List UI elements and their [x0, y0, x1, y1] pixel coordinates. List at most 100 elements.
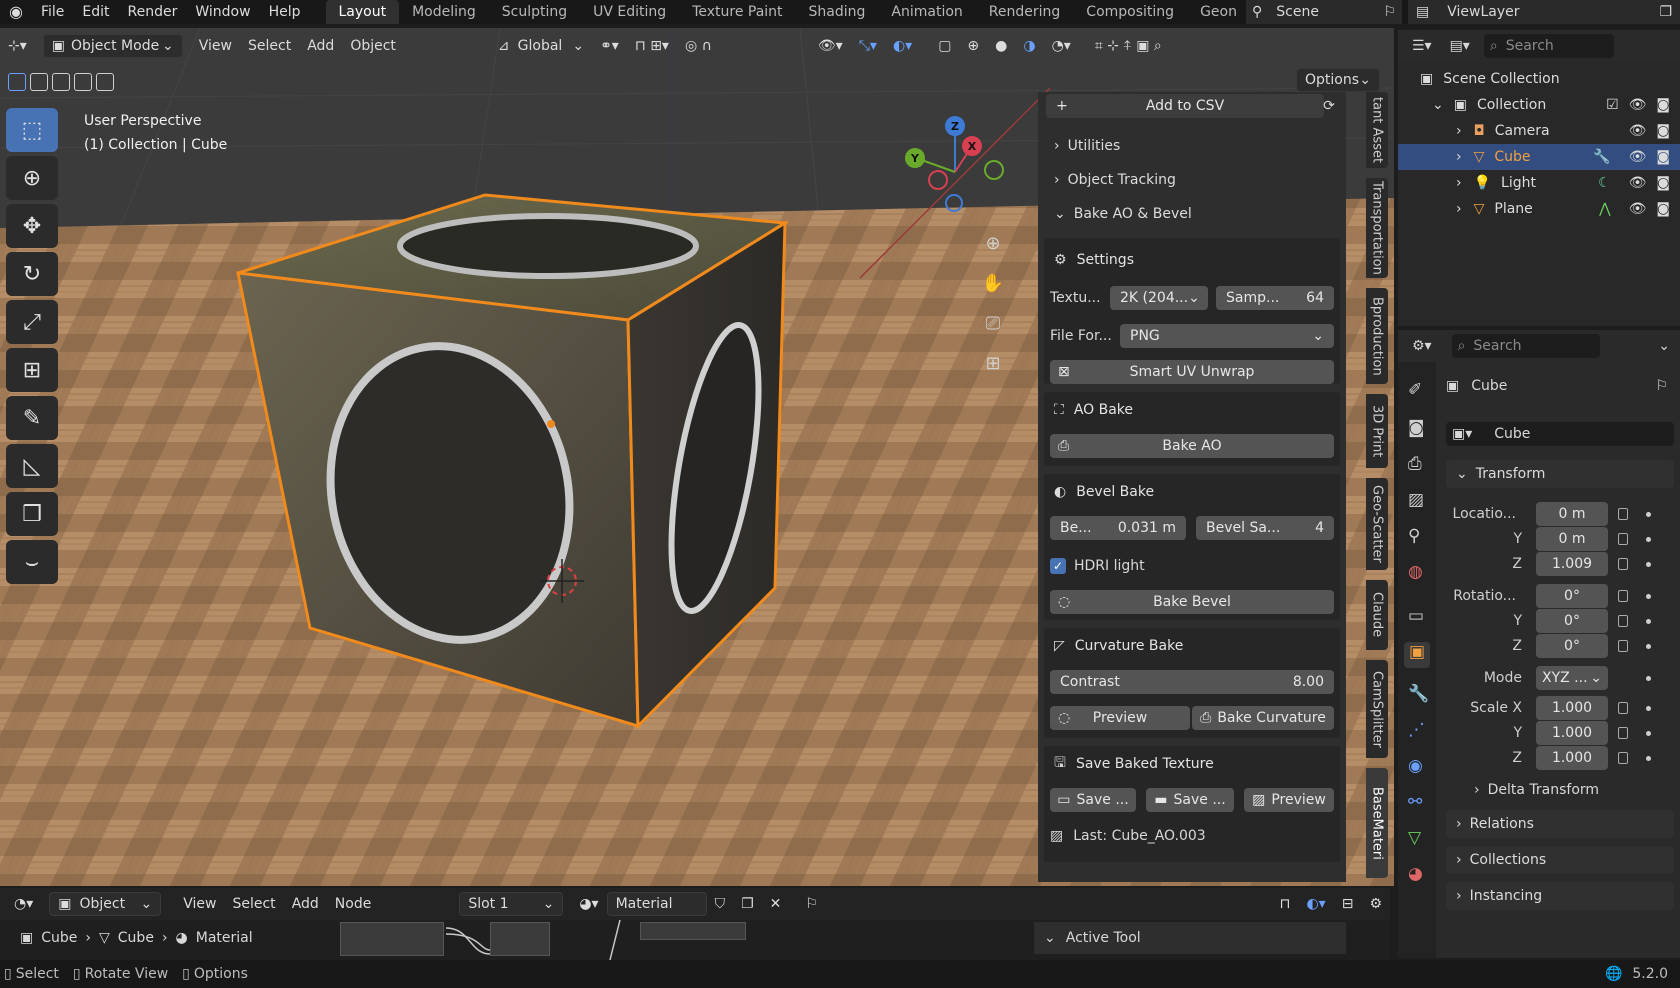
keyframe-dot-icon[interactable] [1646, 676, 1651, 681]
node-layout-icon[interactable]: ⊟ [1334, 892, 1362, 916]
tab-3d-print[interactable]: 3D Print [1366, 394, 1388, 468]
overlay-node-icon[interactable]: ◐▾ [1298, 892, 1333, 916]
file-format-dropdown[interactable]: PNG ⌄ [1120, 324, 1334, 348]
transform-panel-header[interactable]: ⌄ Transform [1446, 460, 1674, 488]
outliner-search-input[interactable]: ⌕ Search [1483, 34, 1614, 58]
save-preview-button[interactable]: ▨ Preview [1244, 788, 1334, 812]
new-layer-icon[interactable]: ❐ [1659, 4, 1672, 20]
add-cube-tool-icon[interactable]: ❒ [6, 492, 58, 536]
zoom-icon[interactable]: ⊕ [978, 228, 1008, 258]
particles-tab-icon[interactable]: ⋰ [1408, 720, 1425, 740]
lock-icon[interactable] [1618, 508, 1628, 520]
annotate-tool-icon[interactable]: ✎ [6, 396, 58, 440]
scene-collection-row[interactable]: ▣ Scene Collection [1398, 66, 1680, 92]
select-new-icon[interactable] [8, 73, 26, 91]
move-tool-icon[interactable]: ✥ [6, 204, 58, 248]
section-bake-ao-bevel[interactable]: ⌄ Bake AO & Bevel [1046, 202, 1338, 226]
tab-compositing[interactable]: Compositing [1073, 0, 1187, 24]
camera-render-icon[interactable]: ◙ [1656, 123, 1670, 139]
gizmo-neg-z[interactable] [945, 194, 963, 212]
select-invert-icon[interactable] [74, 73, 92, 91]
node-editor-type-icon[interactable]: ◔▾ [6, 892, 41, 916]
pin-icon[interactable]: ⚐ [1383, 4, 1396, 20]
tab-modeling[interactable]: Modeling [399, 0, 489, 24]
texture-size-dropdown[interactable]: 2K (204... ⌄ [1110, 286, 1208, 310]
rotation-x-field[interactable]: 0° [1536, 584, 1608, 608]
node-extra-icon[interactable]: ⚙ [1361, 892, 1390, 916]
physics-tab-icon[interactable]: ◉ [1408, 756, 1423, 776]
outliner-item-light[interactable]: › 💡 Light ☾ 👁 ◙ [1398, 170, 1680, 196]
camera-render-icon[interactable]: ◙ [1656, 149, 1670, 165]
blender-logo-icon[interactable]: ◉ [0, 0, 32, 24]
bevel-radius-field[interactable]: Be... 0.031 m [1050, 516, 1186, 540]
camera-render-icon[interactable]: ◙ [1656, 97, 1670, 113]
select-extend-icon[interactable] [30, 73, 48, 91]
collection-row[interactable]: ⌄ ▣ Collection ☑ 👁 ◙ [1398, 92, 1680, 118]
shader-type-dropdown[interactable]: ▣ Object ⌄ [49, 892, 162, 916]
camera-render-icon[interactable]: ◙ [1656, 201, 1670, 217]
delta-transform-row[interactable]: › Delta Transform [1474, 778, 1599, 802]
menu-view[interactable]: View [191, 34, 240, 58]
menu-add[interactable]: Add [299, 34, 342, 58]
scene-selector[interactable]: ⚲ Scene ⚐ [1246, 0, 1402, 24]
keyframe-dot-icon[interactable] [1646, 619, 1651, 624]
eye-icon[interactable]: 👁 [1629, 149, 1647, 165]
save-button-1[interactable]: ▭ Save ... [1050, 788, 1136, 812]
navigation-gizmo[interactable]: Z X Y [900, 112, 1010, 222]
settings-header[interactable]: ⚙ Settings [1046, 248, 1338, 272]
node-menu-select[interactable]: Select [224, 892, 283, 916]
checkbox-icon[interactable]: ☑ [1606, 97, 1619, 113]
scale-tool-icon[interactable]: ⤢ [6, 300, 58, 344]
hdri-light-checkbox[interactable]: ✓ [1050, 558, 1066, 574]
keyframe-dot-icon[interactable] [1646, 512, 1651, 517]
options-dropdown[interactable]: Options ⌄ [1296, 68, 1380, 92]
bake-ao-button[interactable]: ⎙ Bake AO [1050, 434, 1334, 458]
overlay-toggle-icon[interactable]: ◐▾ [885, 34, 920, 58]
mesh-data-icon[interactable]: ⋀ [1599, 201, 1610, 217]
editor-type-icon[interactable]: ⊹▾ [0, 34, 35, 58]
keyframe-dot-icon[interactable] [1646, 644, 1651, 649]
ao-bake-header[interactable]: ⛶ AO Bake [1046, 398, 1338, 422]
node-menu-add[interactable]: Add [284, 892, 327, 916]
tab-layout[interactable]: Layout [325, 0, 400, 24]
cursor-tool-icon[interactable]: ⊕ [6, 156, 58, 200]
select-intersect-icon[interactable] [96, 73, 114, 91]
bevel-bake-header[interactable]: ◐ Bevel Bake [1046, 480, 1338, 504]
node-thumb-output[interactable] [640, 922, 746, 940]
pivot-icon[interactable]: ⚭▾ [592, 34, 627, 58]
display-mode-icon[interactable]: ▤▾ [1450, 38, 1470, 54]
collection-tab-icon[interactable]: ▭ [1408, 606, 1424, 626]
material-tab-icon[interactable]: ◕ [1408, 864, 1423, 884]
menu-help[interactable]: Help [260, 0, 310, 24]
slot-dropdown[interactable]: Slot 1 ⌄ [459, 892, 564, 916]
render-tab-icon[interactable]: ◙ [1408, 418, 1425, 438]
properties-type-icon[interactable]: ⚙▾ [1412, 338, 1432, 354]
scene-tab-icon[interactable]: ⚲ [1408, 526, 1420, 546]
gizmo-z-axis[interactable]: Z [945, 116, 965, 136]
hdri-light-checkbox-row[interactable]: ✓ HDRI light [1050, 554, 1145, 578]
tab-rendering[interactable]: Rendering [976, 0, 1074, 24]
bake-bevel-button[interactable]: ◌ Bake Bevel [1050, 590, 1334, 614]
output-tab-icon[interactable]: ⎙ [1408, 454, 1422, 474]
object-datablock-field[interactable]: ▣▾ Cube [1446, 422, 1674, 446]
keyframe-dot-icon[interactable] [1646, 537, 1651, 542]
tab-transportation[interactable]: Transportation [1366, 178, 1388, 278]
world-tab-icon[interactable]: ◍ [1408, 562, 1423, 582]
rotation-z-field[interactable]: 0° [1536, 634, 1608, 658]
light-data-icon[interactable]: ☾ [1598, 175, 1611, 191]
shading-wire-icon[interactable]: ⊕ [959, 34, 987, 58]
eye-icon[interactable]: 👁 [1629, 175, 1647, 191]
measure-tool-icon[interactable]: ◺ [6, 444, 58, 488]
snap-node-icon[interactable]: ⊓ [1272, 892, 1299, 916]
tab-animation[interactable]: Animation [878, 0, 975, 24]
contrast-field[interactable]: Contrast 8.00 [1050, 670, 1334, 694]
keyframe-dot-icon[interactable] [1646, 756, 1651, 761]
curvature-bake-header[interactable]: ◸ Curvature Bake [1046, 634, 1338, 658]
fake-user-shield-icon[interactable]: ⛉ [707, 892, 734, 916]
outliner-type-icon[interactable]: ☰▾ [1412, 38, 1432, 54]
gizmo-neg-y[interactable] [984, 160, 1004, 180]
object-tab-icon[interactable]: ▣ [1404, 642, 1430, 668]
menu-render[interactable]: Render [119, 0, 187, 24]
network-icon[interactable]: 🌐 [1605, 966, 1622, 982]
shading-material-icon[interactable]: ◑ [1015, 34, 1043, 58]
